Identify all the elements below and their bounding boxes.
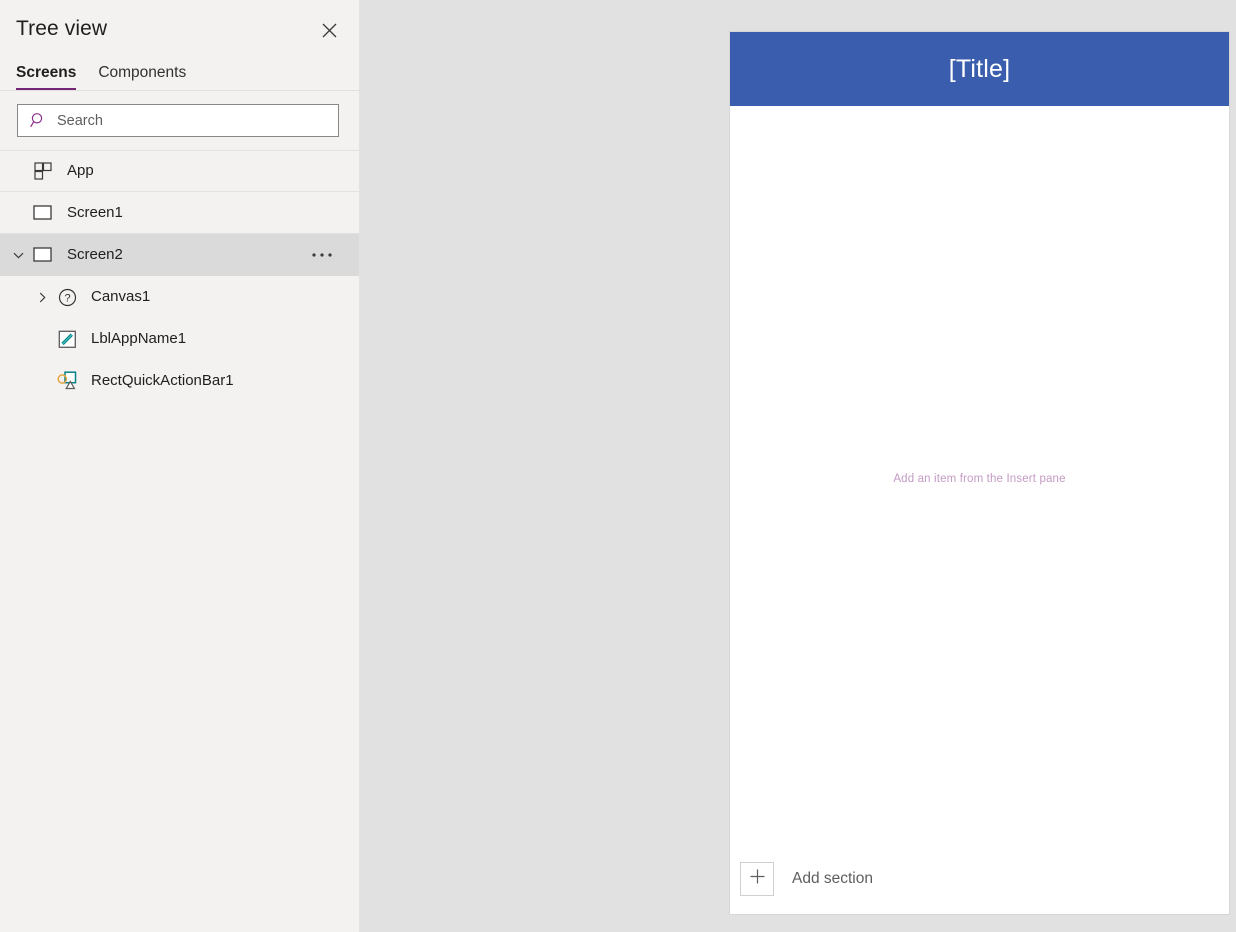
add-section-label: Add section: [792, 870, 873, 887]
screen-icon: [30, 243, 56, 267]
screens-tree-list: App Screen1 Screen2 ? Canvas1 LblAppName…: [0, 150, 359, 402]
tree-item-screen1[interactable]: Screen1: [0, 192, 359, 234]
tree-item-rectquickactionbar1[interactable]: RectQuickActionBar1: [0, 360, 359, 402]
tree-item-app[interactable]: App: [0, 150, 359, 192]
tree-item-screen2[interactable]: Screen2: [0, 234, 359, 276]
question-circle-icon: ?: [54, 285, 80, 309]
tab-components[interactable]: Components: [98, 63, 186, 90]
screen-canvas[interactable]: [Title] Add an item from the Insert pane…: [729, 31, 1230, 915]
search-container: [0, 91, 359, 150]
tree-item-label: App: [67, 162, 94, 179]
tree-item-label: Canvas1: [91, 288, 151, 305]
search-icon: [26, 110, 50, 132]
add-section-button[interactable]: [740, 862, 774, 896]
tab-screens[interactable]: Screens: [16, 63, 77, 90]
chevron-right-icon[interactable]: [30, 276, 54, 318]
tab-components-label: Components: [98, 64, 187, 81]
add-section-bar: Add section: [730, 844, 1229, 914]
shapes-icon: [54, 369, 80, 393]
tab-screens-label: Screens: [16, 64, 77, 81]
screen-title-bar[interactable]: [Title]: [730, 32, 1229, 106]
more-options-icon[interactable]: [308, 243, 336, 267]
close-pane-button[interactable]: [313, 14, 345, 46]
tree-item-label: Screen2: [67, 246, 123, 263]
tree-item-canvas1[interactable]: ? Canvas1: [0, 276, 359, 318]
empty-canvas-hint: Add an item from the Insert pane: [893, 473, 1066, 485]
close-icon: [322, 23, 337, 38]
chevron-down-icon[interactable]: [6, 234, 30, 276]
plus-icon: [749, 868, 766, 890]
pane-tabs: Screens Components: [0, 56, 359, 90]
tree-view-pane: Tree view Screens Components Search App …: [0, 0, 360, 932]
screen-icon: [30, 201, 56, 225]
screen-title-label: [Title]: [948, 54, 1011, 83]
app-root: Tree view Screens Components Search App …: [0, 0, 1236, 932]
svg-text:?: ?: [64, 292, 70, 304]
canvas-body[interactable]: Add an item from the Insert pane Add sec…: [730, 106, 1229, 914]
tree-item-label: RectQuickActionBar1: [91, 372, 234, 389]
tree-item-label: LblAppName1: [91, 330, 187, 347]
canvas-workspace: [Title] Add an item from the Insert pane…: [361, 0, 1236, 932]
search-input[interactable]: [50, 105, 338, 136]
label-pencil-icon: [54, 327, 80, 351]
tree-item-label: Screen1: [67, 203, 123, 221]
page-title: Tree view: [16, 17, 108, 40]
app-grid-icon: [30, 159, 56, 183]
tree-item-lblappname1[interactable]: LblAppName1: [0, 318, 359, 360]
search-box[interactable]: [17, 104, 339, 137]
pane-header: Tree view: [0, 0, 359, 56]
